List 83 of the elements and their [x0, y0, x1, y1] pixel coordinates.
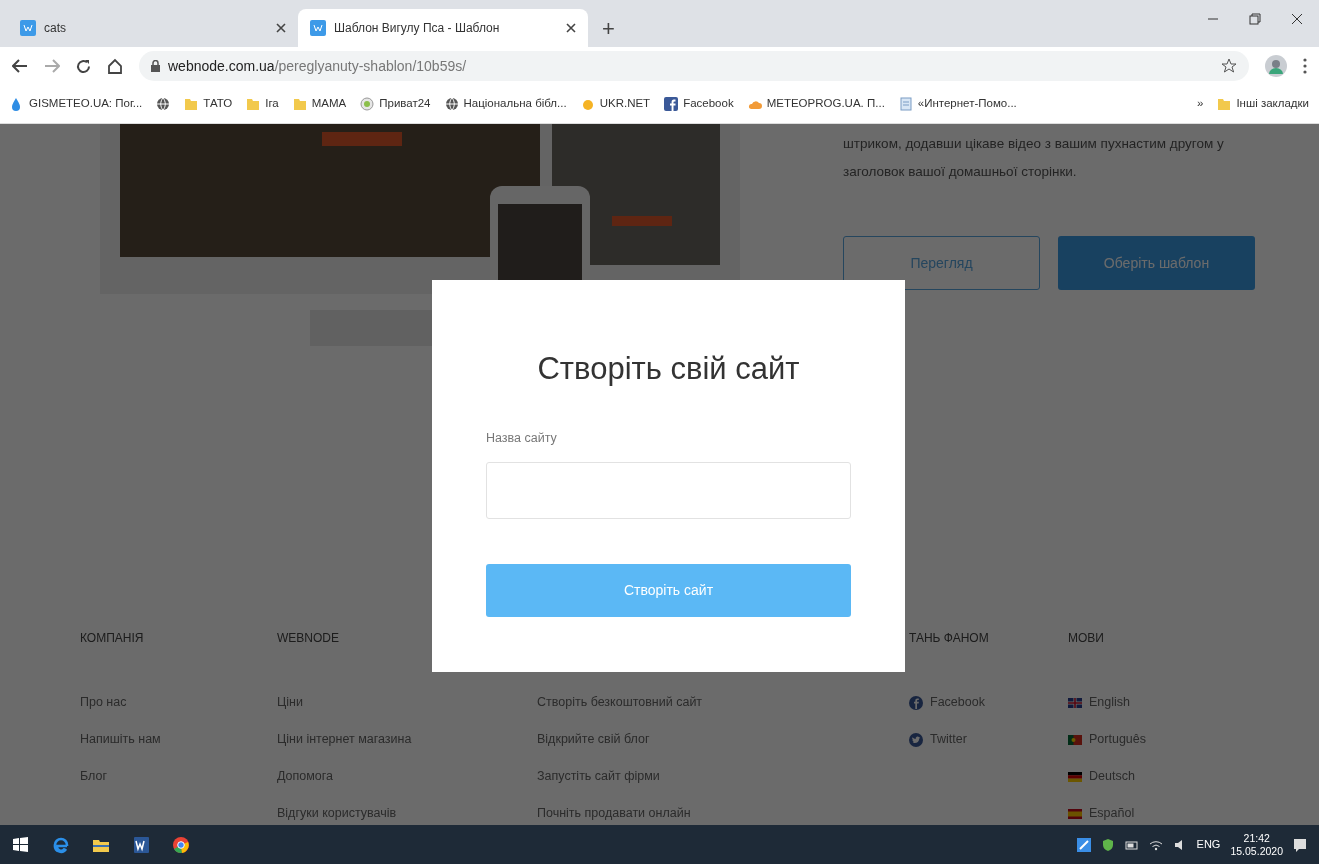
- dialog-title: Створіть свій сайт: [536, 350, 801, 388]
- globe-icon[interactable]: [156, 97, 171, 111]
- windows-logo-icon[interactable]: [12, 835, 30, 854]
- footer-link[interactable]: Відгуки користувачів: [277, 804, 397, 823]
- footer-link[interactable]: Español: [1089, 804, 1135, 823]
- flag-icon: [1068, 808, 1082, 819]
- footer-heading: КОМПАНІЯ: [80, 631, 144, 645]
- lock-icon: [151, 60, 160, 72]
- globe-icon: [444, 97, 459, 111]
- footer-heading: ТАНЬ ФАНОМ: [909, 631, 989, 645]
- page-favicon-icon: [20, 20, 36, 36]
- clock-date: 15.05.2020: [1230, 844, 1283, 858]
- round-browser-icon[interactable]: [172, 835, 190, 854]
- sun-icon: [580, 97, 595, 111]
- footer-link[interactable]: Facebook: [930, 693, 985, 712]
- bookmark-link[interactable]: Іга: [246, 95, 279, 113]
- folder-icon: [1217, 97, 1232, 111]
- bookmark-link[interactable]: Facebook: [664, 95, 734, 113]
- shield-icon[interactable]: [1100, 837, 1115, 852]
- bookmark-link[interactable]: METEOPROG.UA. П...: [747, 95, 885, 113]
- restore-icon[interactable]: [1249, 13, 1261, 25]
- avatar-icon[interactable]: [1265, 55, 1287, 77]
- footer-link[interactable]: Ціни інтернет магазина: [277, 730, 412, 749]
- new-tab-button[interactable]: +: [596, 11, 621, 45]
- browser-tab[interactable]: Шаблон Вигулу Пса - Шаблон: [298, 9, 588, 47]
- footer-link[interactable]: Deutsch: [1089, 767, 1135, 786]
- footer-link[interactable]: Twitter: [930, 730, 967, 749]
- footer-link[interactable]: Ціни: [277, 693, 303, 712]
- flag-icon: [1068, 734, 1082, 745]
- page-favicon-icon: [310, 20, 326, 36]
- site-name-input[interactable]: [486, 461, 851, 519]
- browser-e-icon[interactable]: [52, 835, 70, 854]
- footer-link[interactable]: Блог: [80, 767, 107, 786]
- bookmark-link[interactable]: «Интернет-Помо...: [898, 95, 1017, 113]
- footer-heading: МОВИ: [1068, 631, 1104, 645]
- folder-icon: [184, 97, 199, 111]
- coin-icon: [360, 97, 375, 111]
- create-site-button[interactable]: Створіть сайт: [486, 563, 851, 617]
- bookmark-link[interactable]: Національна бібл...: [444, 95, 567, 113]
- folder-icon: [292, 97, 307, 111]
- close-tab-icon[interactable]: [566, 23, 576, 33]
- footer-link[interactable]: Запустіть сайт фірми: [537, 767, 660, 786]
- more-bookmarks-button[interactable]: »: [1196, 95, 1204, 113]
- notifications-icon[interactable]: [1293, 837, 1307, 852]
- bookmark-link[interactable]: UKR.NET: [580, 95, 651, 113]
- facebook-icon: [664, 97, 679, 111]
- preview-button[interactable]: Перегляд: [843, 236, 1040, 290]
- footer-heading: WEBNODE: [277, 631, 339, 645]
- folder-icon: [246, 97, 261, 111]
- footer-link[interactable]: English: [1089, 693, 1130, 712]
- url-text: webnode.com.ua/pereglyanuty-shablon/10b59s/: [168, 56, 467, 76]
- close-icon[interactable]: [1291, 13, 1303, 25]
- field-label: Назва сайту: [486, 430, 558, 448]
- close-tab-icon[interactable]: [276, 23, 286, 33]
- footer-link[interactable]: Відкрийте свій блог: [537, 730, 650, 749]
- menu-icon[interactable]: [1303, 58, 1307, 74]
- language-indicator[interactable]: ENG: [1196, 836, 1221, 853]
- browser-tab[interactable]: cats: [8, 9, 298, 47]
- bookmark-link[interactable]: МАМА: [292, 95, 347, 113]
- document-w-icon[interactable]: [132, 835, 150, 854]
- flag-icon: [1068, 697, 1082, 708]
- choose-template-button[interactable]: Оберіть шаблон: [1058, 236, 1255, 290]
- twitter-icon: [909, 732, 923, 747]
- address-bar[interactable]: webnode.com.ua/pereglyanuty-shablon/10b59s/: [139, 51, 1249, 81]
- star-icon[interactable]: [1221, 58, 1237, 74]
- footer-link[interactable]: Створіть безкоштовний сайт: [537, 693, 703, 712]
- home-icon[interactable]: [107, 58, 123, 74]
- intro-paragraph: штриком, додавши цікаве відео з вашим пухнастим другом у заголовок вашої домашньої сторінки.: [843, 135, 1225, 181]
- bookmark-link[interactable]: Приват24: [360, 95, 431, 113]
- footer-link[interactable]: Про нас: [80, 693, 127, 712]
- back-arrow-icon[interactable]: [12, 59, 28, 73]
- reload-icon[interactable]: [76, 58, 91, 74]
- facebook-icon: [909, 695, 923, 710]
- bookmark-folder[interactable]: Інші закладки: [1217, 95, 1309, 113]
- footer-link[interactable]: Напишіть нам: [80, 730, 161, 749]
- clock-time: 21:42: [1242, 831, 1271, 845]
- bookmark-link[interactable]: ТАТО: [184, 95, 233, 113]
- document-icon: [898, 97, 913, 111]
- flag-icon: [1068, 771, 1082, 782]
- bookmark-link[interactable]: GISMETEO.UA: Пог...: [10, 95, 143, 113]
- footer-link[interactable]: Português: [1089, 730, 1146, 749]
- footer-link[interactable]: Почніть продавати онлайн: [537, 804, 691, 823]
- footer-link[interactable]: Допомога: [277, 767, 334, 786]
